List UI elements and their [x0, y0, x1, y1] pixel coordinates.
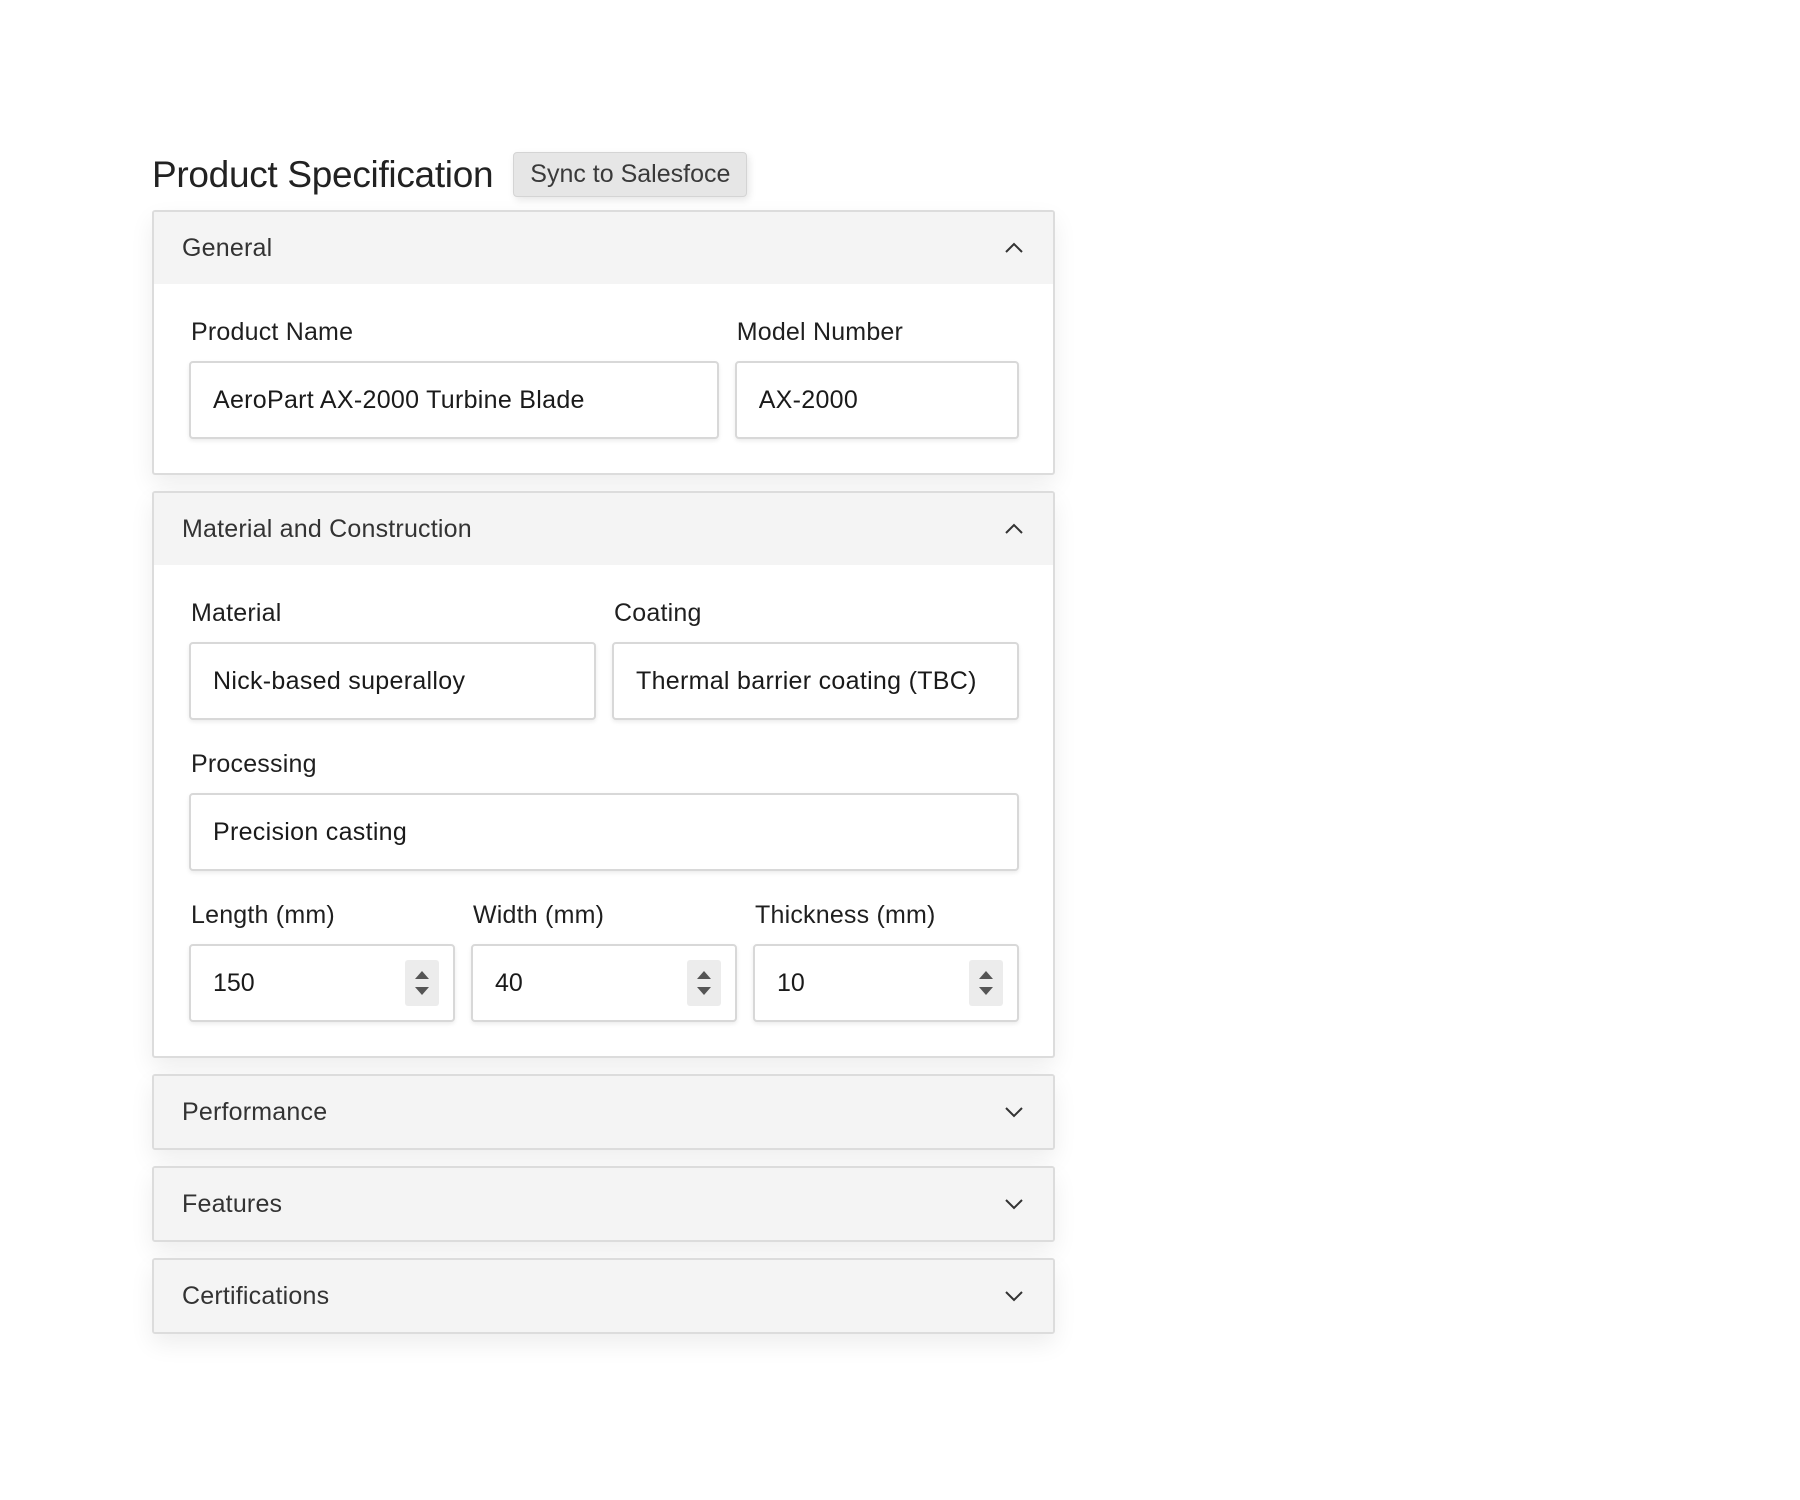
- section-general-body: Product Name Model Number: [154, 284, 1053, 473]
- stepper-down-icon[interactable]: [979, 987, 993, 995]
- stepper-up-icon[interactable]: [979, 971, 993, 979]
- material-field: Material: [189, 599, 596, 720]
- thickness-stepper[interactable]: [969, 960, 1003, 1006]
- product-name-label: Product Name: [191, 318, 354, 346]
- section-material-header[interactable]: Material and Construction: [154, 493, 1053, 565]
- model-number-field: Model Number: [734, 318, 1019, 439]
- width-stepper[interactable]: [687, 960, 721, 1006]
- thickness-label: Thickness (mm): [755, 901, 936, 929]
- model-number-label: Model Number: [736, 318, 904, 346]
- chevron-down-icon[interactable]: [1003, 1193, 1025, 1215]
- section-features: Features: [152, 1166, 1055, 1242]
- sync-to-salesforce-button[interactable]: Sync to Salesfoce: [513, 151, 748, 197]
- section-general: General Product Name Model Number: [152, 210, 1055, 475]
- width-input[interactable]: 40: [471, 944, 737, 1022]
- width-field: Width (mm) 40: [471, 901, 737, 1022]
- section-certifications: Certifications: [152, 1258, 1055, 1334]
- width-value: 40: [495, 968, 523, 997]
- product-name-input[interactable]: [189, 361, 719, 439]
- section-performance-header[interactable]: Performance: [154, 1076, 1053, 1148]
- page-title: Product Specification: [152, 153, 494, 195]
- chevron-up-icon[interactable]: [1003, 237, 1025, 259]
- stepper-up-icon[interactable]: [697, 971, 711, 979]
- thickness-field: Thickness (mm) 10: [753, 901, 1019, 1022]
- title-row: Product Specification Sync to Salesfoce: [152, 150, 1055, 198]
- section-material-title: Material and Construction: [182, 514, 472, 543]
- section-features-title: Features: [182, 1189, 283, 1218]
- stepper-up-icon[interactable]: [415, 971, 429, 979]
- section-material: Material and Construction Material Coati…: [152, 491, 1055, 1058]
- model-number-input[interactable]: [734, 361, 1019, 439]
- section-features-header[interactable]: Features: [154, 1168, 1053, 1240]
- stepper-down-icon[interactable]: [415, 987, 429, 995]
- length-label: Length (mm): [191, 901, 335, 929]
- section-general-title: General: [182, 233, 273, 262]
- chevron-up-icon[interactable]: [1003, 518, 1025, 540]
- section-performance-title: Performance: [182, 1097, 328, 1126]
- processing-label: Processing: [191, 750, 317, 778]
- product-spec-page: Product Specification Sync to Salesfoce …: [152, 150, 1055, 1350]
- material-label: Material: [191, 599, 282, 627]
- thickness-value: 10: [777, 968, 805, 997]
- thickness-input[interactable]: 10: [753, 944, 1019, 1022]
- section-certifications-header[interactable]: Certifications: [154, 1260, 1053, 1332]
- material-input[interactable]: [189, 642, 596, 720]
- section-performance: Performance: [152, 1074, 1055, 1150]
- length-field: Length (mm) 150: [189, 901, 455, 1022]
- length-value: 150: [213, 968, 255, 997]
- processing-field: Processing: [189, 750, 1019, 871]
- section-material-body: Material Coating Processing Length (mm): [154, 565, 1053, 1056]
- coating-label: Coating: [614, 599, 702, 627]
- processing-input[interactable]: [189, 793, 1019, 871]
- chevron-down-icon[interactable]: [1003, 1101, 1025, 1123]
- coating-field: Coating: [612, 599, 1019, 720]
- section-general-header[interactable]: General: [154, 212, 1053, 284]
- length-input[interactable]: 150: [189, 944, 455, 1022]
- chevron-down-icon[interactable]: [1003, 1285, 1025, 1307]
- stepper-down-icon[interactable]: [697, 987, 711, 995]
- section-certifications-title: Certifications: [182, 1281, 330, 1310]
- product-name-field: Product Name: [189, 318, 719, 439]
- coating-input[interactable]: [612, 642, 1019, 720]
- length-stepper[interactable]: [405, 960, 439, 1006]
- width-label: Width (mm): [473, 901, 605, 929]
